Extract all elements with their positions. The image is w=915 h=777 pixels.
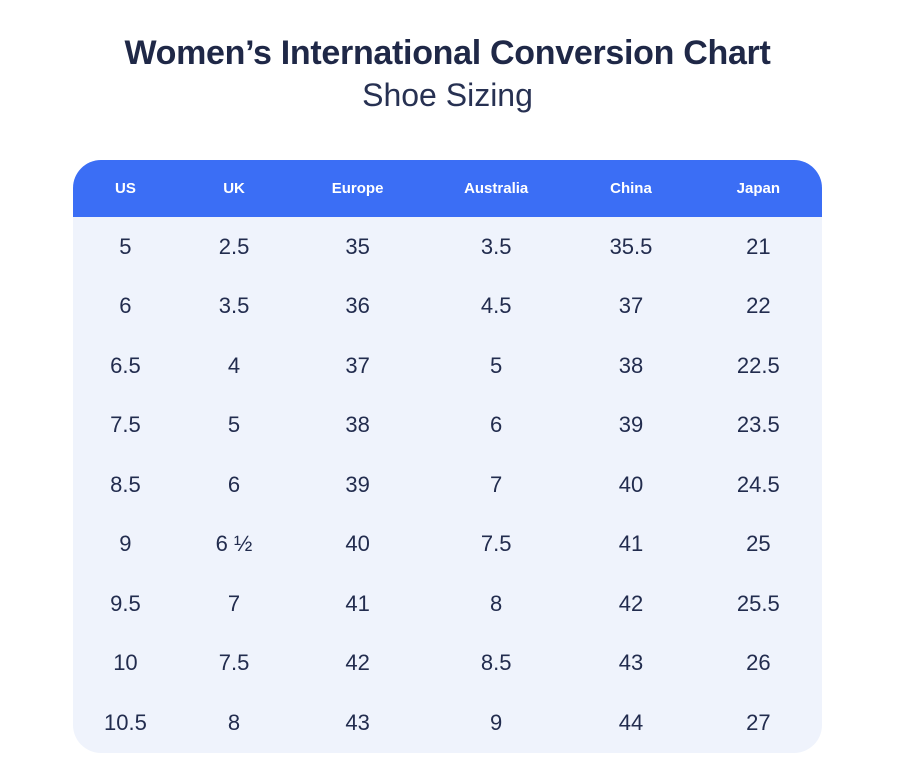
- size-cell: 7.5: [425, 515, 567, 575]
- size-cell: 42: [290, 634, 425, 694]
- size-cell: 7.5: [178, 634, 290, 694]
- size-cell: 27: [695, 693, 822, 753]
- size-cell: 39: [290, 455, 425, 515]
- table-row: 9.574184225.5: [73, 574, 822, 634]
- size-cell: 24.5: [695, 455, 822, 515]
- size-cell: 35: [290, 217, 425, 277]
- size-cell: 10.5: [73, 693, 178, 753]
- table-row: 107.5428.54326: [73, 634, 822, 694]
- column-header-us: US: [73, 160, 178, 217]
- size-cell: 22: [695, 277, 822, 337]
- size-cell: 8.5: [73, 455, 178, 515]
- size-cell: 41: [290, 574, 425, 634]
- conversion-table-container: USUKEuropeAustraliaChinaJapan 52.5353.53…: [73, 160, 822, 753]
- size-cell: 9: [425, 693, 567, 753]
- column-header-uk: UK: [178, 160, 290, 217]
- size-cell: 8: [178, 693, 290, 753]
- page: Women’s International Conversion Chart S…: [0, 0, 915, 777]
- size-cell: 7.5: [73, 396, 178, 456]
- size-cell: 23.5: [695, 396, 822, 456]
- size-cell: 7: [425, 455, 567, 515]
- size-cell: 6: [425, 396, 567, 456]
- size-cell: 26: [695, 634, 822, 694]
- size-cell: 2.5: [178, 217, 290, 277]
- size-cell: 8.5: [425, 634, 567, 694]
- size-cell: 21: [695, 217, 822, 277]
- size-cell: 35.5: [567, 217, 694, 277]
- size-cell: 43: [567, 634, 694, 694]
- size-cell: 8: [425, 574, 567, 634]
- size-cell: 4: [178, 336, 290, 396]
- column-header-japan: Japan: [695, 160, 822, 217]
- header-row: USUKEuropeAustraliaChinaJapan: [73, 160, 822, 217]
- size-cell: 42: [567, 574, 694, 634]
- size-cell: 5: [73, 217, 178, 277]
- table-row: 8.563974024.5: [73, 455, 822, 515]
- table-row: 63.5364.53722: [73, 277, 822, 337]
- table-body: 52.5353.535.52163.5364.537226.543753822.…: [73, 217, 822, 753]
- table-row: 10.584394427: [73, 693, 822, 753]
- page-title: Women’s International Conversion Chart: [73, 34, 822, 73]
- size-cell: 44: [567, 693, 694, 753]
- size-cell: 3.5: [425, 217, 567, 277]
- size-cell: 6.5: [73, 336, 178, 396]
- size-cell: 38: [567, 336, 694, 396]
- table-header: USUKEuropeAustraliaChinaJapan: [73, 160, 822, 217]
- size-cell: 40: [567, 455, 694, 515]
- size-cell: 38: [290, 396, 425, 456]
- size-cell: 4.5: [425, 277, 567, 337]
- size-cell: 37: [567, 277, 694, 337]
- size-cell: 6 ½: [178, 515, 290, 575]
- size-cell: 10: [73, 634, 178, 694]
- size-cell: 9: [73, 515, 178, 575]
- size-cell: 37: [290, 336, 425, 396]
- table-row: 52.5353.535.521: [73, 217, 822, 277]
- size-cell: 6: [73, 277, 178, 337]
- table-row: 7.553863923.5: [73, 396, 822, 456]
- size-cell: 3.5: [178, 277, 290, 337]
- column-header-china: China: [567, 160, 694, 217]
- size-cell: 6: [178, 455, 290, 515]
- size-cell: 25: [695, 515, 822, 575]
- size-cell: 41: [567, 515, 694, 575]
- size-cell: 7: [178, 574, 290, 634]
- size-cell: 5: [425, 336, 567, 396]
- size-cell: 40: [290, 515, 425, 575]
- column-header-australia: Australia: [425, 160, 567, 217]
- page-subtitle: Shoe Sizing: [73, 77, 822, 114]
- size-cell: 25.5: [695, 574, 822, 634]
- column-header-europe: Europe: [290, 160, 425, 217]
- size-cell: 43: [290, 693, 425, 753]
- size-cell: 5: [178, 396, 290, 456]
- table-row: 96 ½407.54125: [73, 515, 822, 575]
- conversion-table: USUKEuropeAustraliaChinaJapan 52.5353.53…: [73, 160, 822, 753]
- size-cell: 9.5: [73, 574, 178, 634]
- size-cell: 39: [567, 396, 694, 456]
- size-cell: 22.5: [695, 336, 822, 396]
- table-row: 6.543753822.5: [73, 336, 822, 396]
- size-cell: 36: [290, 277, 425, 337]
